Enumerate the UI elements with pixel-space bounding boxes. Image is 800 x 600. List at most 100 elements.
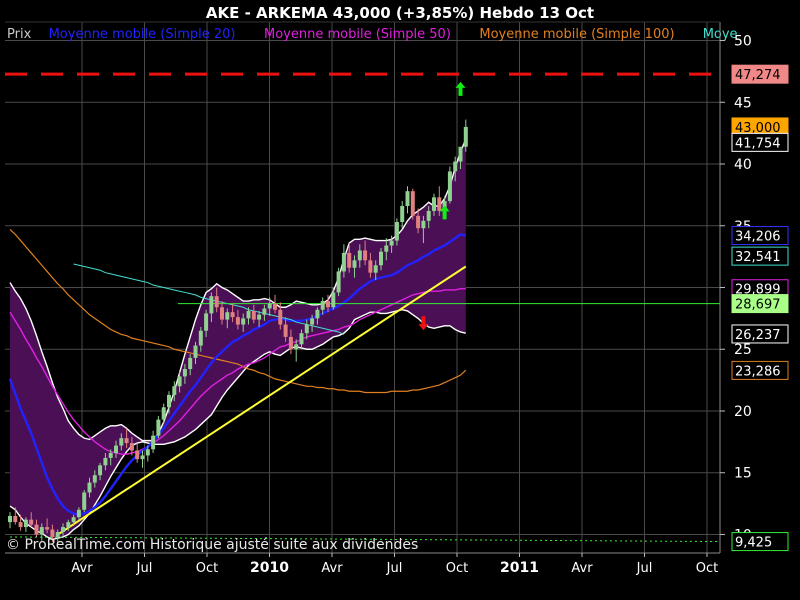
price-tag-label: 9,425 — [735, 536, 772, 551]
candle-body — [161, 407, 166, 420]
candle-body — [368, 260, 373, 273]
candle-body — [13, 515, 18, 523]
candle-body — [246, 310, 251, 319]
candle-body — [463, 126, 468, 147]
candle-body — [103, 457, 108, 466]
price-tag-label: 23,286 — [735, 364, 781, 379]
candle-body — [8, 515, 12, 523]
candle-body — [61, 527, 65, 533]
candle-body — [363, 250, 368, 261]
candle-body — [262, 308, 267, 315]
stock-chart: AKE - ARKEMA 43,000 (+3,85%) Hebdo 13 Oc… — [0, 0, 800, 600]
candle-body — [87, 482, 92, 493]
candle-body — [294, 344, 299, 350]
y-tick-label: 20 — [734, 404, 752, 420]
candle-body — [188, 357, 193, 370]
price-tag: 26,237 — [731, 324, 789, 344]
candle-body — [225, 312, 230, 320]
candle-body — [66, 522, 71, 528]
price-tag-label: 41,754 — [735, 136, 781, 151]
candle-body — [23, 519, 28, 528]
y-tick-label: 40 — [734, 157, 752, 173]
candle-body — [310, 318, 315, 325]
price-tag-label: 47,274 — [735, 68, 781, 83]
candle-body — [198, 330, 203, 346]
x-tick-label: Jul — [386, 561, 403, 576]
candle-body — [151, 435, 156, 450]
y-tick-label: 45 — [734, 95, 752, 111]
candle-body — [129, 443, 134, 451]
candle-body — [214, 296, 219, 308]
candle-body — [437, 197, 442, 211]
y-tick-label: 15 — [734, 466, 752, 482]
candle-body — [288, 336, 293, 350]
candle-body — [98, 465, 103, 476]
candle-body — [416, 215, 421, 229]
price-tag-label: 32,541 — [735, 250, 781, 265]
candle-body — [320, 301, 325, 310]
legend-item-0: Prix — [7, 27, 32, 42]
candle-body — [167, 394, 171, 408]
candle-body — [145, 449, 150, 456]
candle-body — [405, 191, 410, 206]
candle-body — [458, 146, 463, 162]
price-tag: 32,541 — [731, 246, 789, 266]
price-tag-label: 34,206 — [735, 230, 781, 245]
candle-body — [394, 222, 399, 241]
candle-body — [315, 309, 320, 319]
candle-body — [241, 318, 246, 325]
candle-body — [220, 307, 224, 320]
candle-body — [421, 220, 426, 229]
x-tick-label: 2010 — [250, 560, 289, 576]
x-tick-label: Jul — [136, 561, 153, 576]
candle-body — [326, 301, 330, 308]
x-tick-label: Oct — [446, 561, 468, 576]
candle-body — [92, 475, 97, 483]
candle-body — [389, 240, 394, 246]
candle-body — [230, 312, 235, 318]
candle-body — [71, 517, 76, 523]
candle-body — [114, 445, 118, 453]
y-tick-label: 25 — [734, 342, 752, 358]
y-tick-label: 50 — [734, 34, 752, 50]
candle-body — [76, 509, 81, 518]
x-tick-label: Avr — [71, 561, 93, 576]
candle-body — [257, 314, 262, 320]
candle-body — [273, 303, 277, 310]
candle-body — [379, 251, 383, 266]
candle-body — [18, 522, 23, 528]
x-tick-label: Jul — [636, 561, 653, 576]
price-tag: 47,274 — [731, 64, 789, 84]
legend-item-2: Moyenne mobile (Simple 50) — [264, 27, 451, 42]
candle-body — [29, 519, 34, 525]
price-tag-label: 26,237 — [735, 328, 781, 343]
price-tag: 28,697 — [731, 294, 789, 314]
x-tick-label: Oct — [696, 561, 718, 576]
x-tick-label: 2011 — [500, 560, 539, 576]
candle-body — [299, 333, 304, 345]
candle-body — [453, 161, 458, 172]
candle-body — [278, 309, 283, 325]
candle-body — [426, 210, 431, 221]
price-tag: 34,206 — [731, 226, 789, 246]
candle-body — [119, 438, 124, 446]
x-tick-label: Avr — [571, 561, 593, 576]
candle-body — [267, 303, 272, 309]
candle-body — [209, 296, 214, 314]
candle-body — [304, 324, 309, 334]
candle-body — [336, 271, 341, 293]
candle-body — [331, 292, 336, 308]
candle-body — [82, 492, 87, 510]
candle-body — [341, 252, 346, 272]
candle-body — [410, 191, 415, 216]
candle-body — [182, 369, 187, 377]
price-tag: 23,286 — [731, 360, 789, 380]
candle-body — [400, 205, 405, 223]
chart-title: AKE - ARKEMA 43,000 (+3,85%) Hebdo 13 Oc… — [206, 4, 594, 22]
legend-item-3: Moyenne mobile (Simple 100) — [479, 27, 674, 42]
candle-body — [39, 527, 44, 535]
candle-body — [204, 313, 209, 331]
legend-item-1: Moyenne mobile (Simple 20) — [49, 27, 236, 42]
legend: Prix Moyenne mobile (Simple 20) Moyenne mo… — [7, 27, 738, 42]
candle-body — [432, 197, 436, 211]
